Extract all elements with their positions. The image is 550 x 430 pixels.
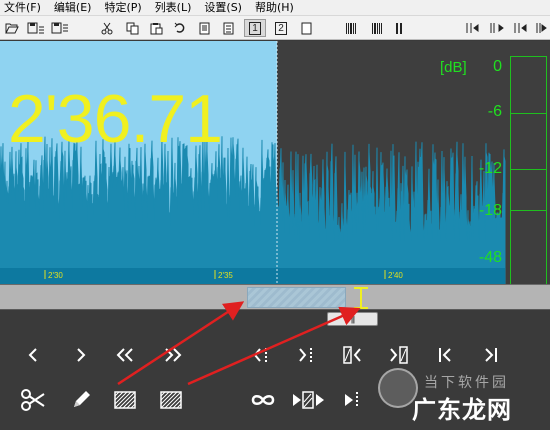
time-readout: 2'36.71 [8, 81, 223, 157]
barcode-2-icon[interactable] [368, 19, 386, 37]
page-1-button[interactable]: 1 [244, 19, 266, 37]
document-list-icon[interactable] [220, 19, 236, 37]
play-selection-icon [293, 391, 324, 409]
db-label-12: -12 [478, 160, 502, 177]
meter-tick [511, 169, 546, 170]
grip-icon: ||| [350, 314, 355, 324]
db-label-6: -6 [487, 103, 502, 120]
timeline-bar [0, 268, 505, 284]
selection-region[interactable] [247, 287, 346, 308]
marker-2-icon[interactable] [488, 19, 506, 37]
bar-right-button[interactable] [384, 340, 414, 370]
page-2-label: 2 [275, 21, 287, 35]
meter-tick [511, 210, 546, 211]
mark-right-icon [299, 348, 312, 362]
menu-list[interactable]: 列表(L) [155, 0, 192, 16]
mark-right-button[interactable] [292, 340, 322, 370]
menu-bar: 文件(F) 编辑(E) 特定(P) 列表(L) 设置(S) 帮助(H) [0, 0, 550, 16]
prev-button[interactable] [18, 340, 48, 370]
open-folder-icon[interactable] [4, 19, 20, 37]
cut-icon[interactable] [100, 19, 114, 37]
fade-out-button[interactable] [156, 385, 186, 415]
to-end-icon [485, 348, 497, 362]
db-label-0: 0 [493, 58, 502, 75]
marker-4-icon[interactable] [534, 19, 548, 37]
page-view-icon[interactable] [298, 19, 314, 37]
copy-icon[interactable] [124, 19, 140, 37]
marker-1-icon[interactable] [464, 19, 482, 37]
to-start-icon [439, 348, 451, 362]
mark-left-icon [253, 348, 267, 362]
meter-tick [511, 113, 546, 114]
play-from-mark-button[interactable] [338, 385, 368, 415]
fade-in-button[interactable] [110, 385, 140, 415]
fast-next-button[interactable] [158, 340, 188, 370]
play-from-mark-icon [345, 392, 358, 408]
ibeam-cursor-icon [354, 287, 368, 309]
menu-special[interactable]: 特定(P) [104, 0, 141, 16]
watermark-text-1: 当下软件园 [424, 375, 509, 391]
menu-edit[interactable]: 编辑(E) [54, 0, 92, 16]
timeline-label-3: 2'40 [388, 271, 403, 280]
double-chevron-right-icon [165, 348, 182, 362]
bar-left-button[interactable] [338, 340, 368, 370]
scroll-thumb[interactable]: ||| [327, 312, 378, 326]
double-chevron-left-icon [116, 348, 133, 362]
menu-settings[interactable]: 设置(S) [204, 0, 242, 16]
paste-icon[interactable] [148, 19, 164, 37]
overview-strip[interactable] [0, 284, 550, 310]
hatched-square-icon [114, 391, 136, 409]
edit-button[interactable] [66, 385, 96, 415]
menu-file[interactable]: 文件(F) [4, 0, 41, 16]
chevron-left-icon [28, 348, 37, 362]
timeline-label-2: 2'35 [218, 271, 233, 280]
menu-help[interactable]: 帮助(H) [255, 0, 294, 16]
save-list-icon[interactable] [26, 19, 46, 37]
fast-prev-button[interactable] [110, 340, 140, 370]
scissors-icon [21, 389, 45, 411]
marker-3-icon[interactable] [512, 19, 530, 37]
chevron-right-icon [77, 348, 86, 362]
toolbar: 1 2 [0, 16, 550, 40]
loop-icon [251, 395, 275, 405]
level-meter [510, 56, 547, 285]
mark-left-button[interactable] [248, 340, 278, 370]
waveform-display[interactable]: 2'36.71 [dB] 0 -6 -12 -18 -48 2'30 2'35 … [0, 41, 550, 285]
db-label-18: -18 [478, 202, 502, 219]
page-1-label: 1 [249, 21, 261, 35]
pause-icon[interactable] [394, 19, 404, 37]
undo-icon[interactable] [172, 19, 188, 37]
page-2-button[interactable]: 2 [270, 19, 292, 37]
barcode-1-icon[interactable] [342, 19, 360, 37]
waveform-band [0, 241, 505, 268]
next-button[interactable] [66, 340, 96, 370]
to-end-button[interactable] [476, 340, 506, 370]
timeline-label-1: 2'30 [48, 271, 63, 280]
document-icon[interactable] [196, 19, 212, 37]
play-selection-button[interactable] [290, 385, 326, 415]
bar-left-icon [343, 346, 361, 364]
bar-right-icon [390, 346, 408, 364]
to-start-button[interactable] [430, 340, 460, 370]
hatched-square-icon [160, 391, 182, 409]
loop-button[interactable] [248, 385, 278, 415]
watermark: 当下软件园 广东龙网 [378, 368, 548, 428]
pencil-icon [74, 391, 90, 407]
watermark-text-2: 广东龙网 [412, 396, 512, 424]
save-as-icon[interactable] [50, 19, 70, 37]
db-label-48: -48 [478, 249, 502, 266]
cut-button[interactable] [18, 385, 48, 415]
